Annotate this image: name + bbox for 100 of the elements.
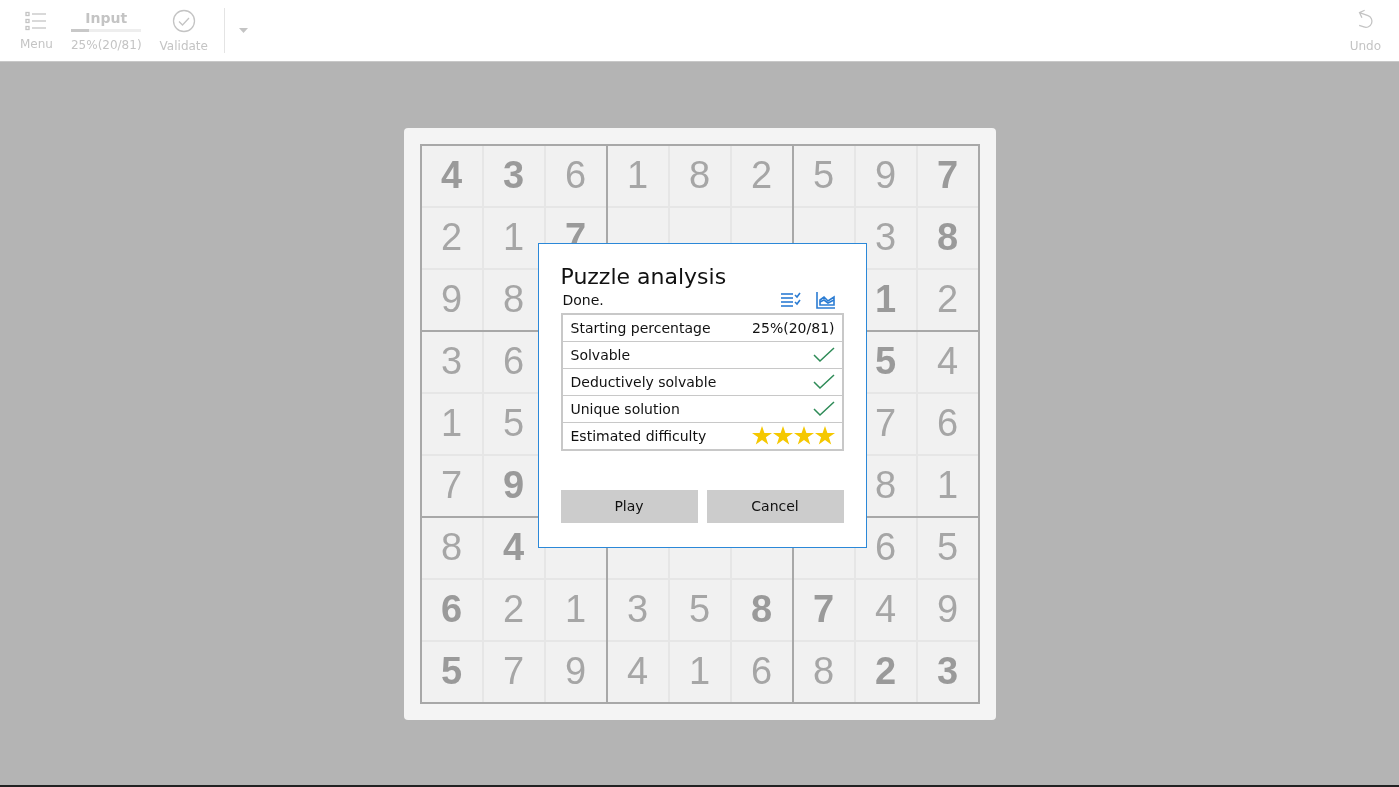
row-label: Deductively solvable [570, 373, 717, 390]
grid-cell[interactable]: 4 [421, 145, 482, 206]
grid-cell[interactable]: 7 [483, 641, 544, 702]
grid-cell[interactable]: 5 [669, 579, 730, 640]
grid-cell[interactable]: 3 [917, 641, 978, 702]
cell-digit: 1 [936, 464, 959, 507]
grid-cell[interactable]: 7 [793, 579, 854, 640]
cell-digit: 5 [440, 650, 463, 693]
cell-digit: 4 [440, 154, 463, 197]
grid-cell[interactable]: 6 [731, 641, 792, 702]
checklist-icon[interactable] [779, 291, 802, 308]
cell-digit: 9 [936, 588, 959, 631]
grid-cell[interactable]: 1 [607, 145, 668, 206]
grid-cell[interactable]: 6 [917, 393, 978, 454]
cell-digit: 1 [874, 278, 897, 321]
cell-digit: 5 [502, 402, 525, 445]
grid-cell[interactable]: 4 [483, 517, 544, 578]
cell-digit: 3 [502, 154, 525, 197]
grid-cell[interactable]: 3 [855, 207, 916, 268]
row-label: Starting percentage [570, 319, 711, 336]
cell-digit: 2 [750, 154, 773, 197]
grid-cell[interactable]: 8 [669, 145, 730, 206]
grid-cell[interactable]: 5 [793, 145, 854, 206]
grid-cell[interactable]: 1 [917, 455, 978, 516]
cell-digit: 4 [502, 526, 525, 569]
grid-cell[interactable]: 7 [917, 145, 978, 206]
row-value: 25%(20/81) [752, 319, 835, 336]
grid-cell[interactable]: 2 [421, 207, 482, 268]
star-icon [814, 426, 835, 445]
cell-digit: 6 [936, 402, 959, 445]
cell-digit: 1 [564, 588, 587, 631]
grid-cell[interactable]: 3 [421, 331, 482, 392]
grid-cell[interactable]: 8 [731, 579, 792, 640]
cell-digit: 3 [936, 650, 959, 693]
cell-digit: 6 [502, 340, 525, 383]
cell-digit: 9 [502, 464, 525, 507]
grid-cell[interactable]: 5 [421, 641, 482, 702]
cell-digit: 5 [936, 526, 959, 569]
cell-digit: 4 [874, 588, 897, 631]
grid-cell[interactable]: 1 [483, 207, 544, 268]
cell-digit: 3 [874, 216, 897, 259]
cell-digit: 8 [936, 216, 959, 259]
progress-reading: 25%(20/81) [70, 37, 142, 52]
cell-digit: 6 [874, 526, 897, 569]
grid-cell[interactable]: 2 [917, 269, 978, 330]
grid-cell[interactable]: 9 [545, 641, 606, 702]
grid-cell[interactable]: 6 [545, 145, 606, 206]
cell-digit: 7 [440, 464, 463, 507]
grid-cell[interactable]: 4 [855, 579, 916, 640]
area-chart-icon[interactable] [815, 290, 836, 309]
cancel-button[interactable]: Cancel [706, 489, 844, 523]
star-icon [772, 426, 793, 445]
grid-cell[interactable]: 2 [855, 641, 916, 702]
grid-cell[interactable]: 1 [545, 579, 606, 640]
grid-cell[interactable]: 2 [731, 145, 792, 206]
grid-cell[interactable]: 1 [669, 641, 730, 702]
cell-digit: 9 [874, 154, 897, 197]
row-label: Unique solution [570, 400, 680, 417]
cell-digit: 7 [874, 402, 897, 445]
cell-digit: 8 [750, 588, 773, 631]
grid-cell[interactable]: 3 [607, 579, 668, 640]
grid-cell[interactable]: 2 [483, 579, 544, 640]
star-icon [793, 426, 814, 445]
cell-digit: 5 [688, 588, 711, 631]
cell-digit: 8 [874, 464, 897, 507]
cell-digit: 6 [564, 154, 587, 197]
grid-cell[interactable]: 6 [421, 579, 482, 640]
grid-cell[interactable]: 9 [855, 145, 916, 206]
grid-cell[interactable]: 7 [421, 455, 482, 516]
cell-digit: 8 [440, 526, 463, 569]
cell-digit: 2 [936, 278, 959, 321]
cell-digit: 3 [626, 588, 649, 631]
grid-cell[interactable]: 8 [917, 207, 978, 268]
cell-digit: 7 [936, 154, 959, 197]
cell-digit: 5 [812, 154, 835, 197]
cell-digit: 5 [874, 340, 897, 383]
grid-cell[interactable]: 5 [917, 517, 978, 578]
cell-digit: 1 [626, 154, 649, 197]
cell-digit: 6 [750, 650, 773, 693]
cell-digit: 4 [626, 650, 649, 693]
cell-digit: 1 [688, 650, 711, 693]
cell-digit: 8 [502, 278, 525, 321]
cell-digit: 3 [440, 340, 463, 383]
cell-digit: 7 [502, 650, 525, 693]
grid-cell[interactable]: 9 [917, 579, 978, 640]
cell-digit: 7 [812, 588, 835, 631]
cell-digit: 9 [564, 650, 587, 693]
mode-title: Input [85, 9, 128, 26]
grid-cell[interactable]: 3 [483, 145, 544, 206]
grid-cell[interactable]: 8 [421, 517, 482, 578]
grid-cell[interactable]: 8 [793, 641, 854, 702]
cell-digit: 9 [440, 278, 463, 321]
grid-cell[interactable]: 4 [917, 331, 978, 392]
row-label: Estimated difficulty [570, 427, 707, 444]
grid-cell[interactable]: 4 [607, 641, 668, 702]
status-text: Done. [562, 291, 604, 308]
cell-digit: 6 [440, 588, 463, 631]
grid-cell[interactable]: 9 [421, 269, 482, 330]
play-button[interactable]: Play [560, 489, 698, 523]
grid-cell[interactable]: 1 [421, 393, 482, 454]
